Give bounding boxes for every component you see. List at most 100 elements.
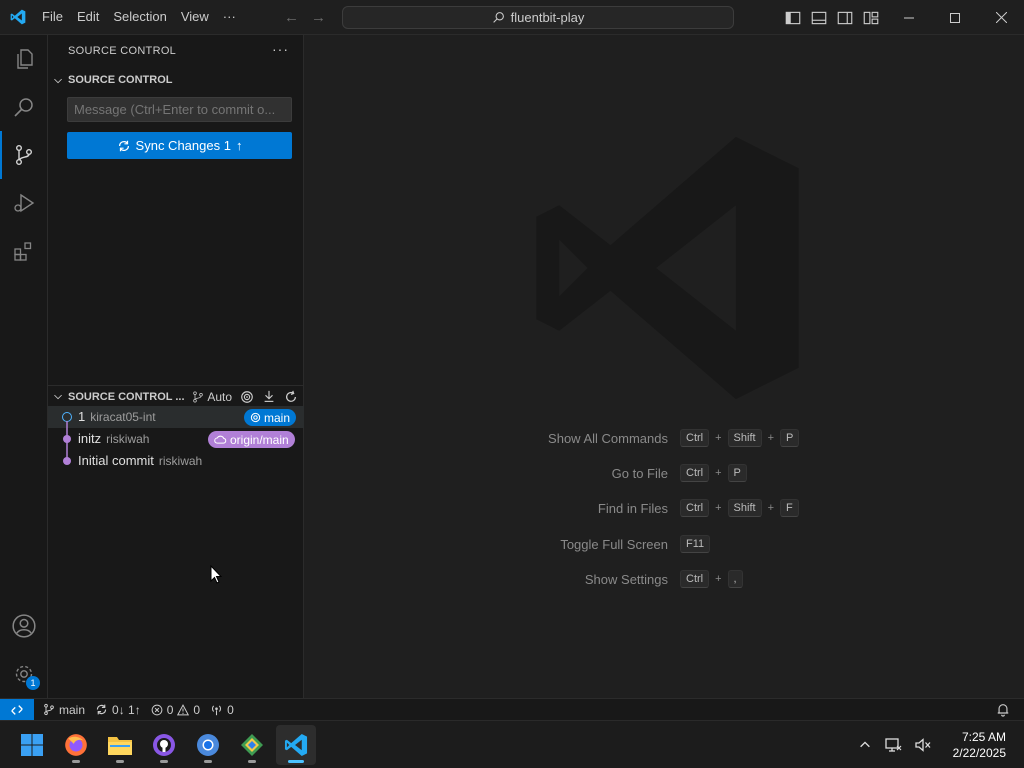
key: Ctrl: [680, 499, 710, 517]
search-icon: [14, 98, 33, 117]
github-icon: [153, 734, 175, 756]
sidebar-more-actions[interactable]: ···: [272, 41, 289, 57]
shortcut-show-all-commands[interactable]: Show All Commands Ctrl + Shift + P: [305, 429, 1024, 449]
running-indicator: [160, 760, 168, 763]
shortcut-keys: Ctrl + P: [680, 464, 747, 482]
commit-author: riskiwah: [106, 432, 150, 446]
clock-time: 7:25 AM: [961, 730, 1006, 744]
taskbar-firefox[interactable]: [56, 725, 96, 765]
clock-date: 2/22/2025: [952, 746, 1006, 760]
commit-title: initz riskiwah: [78, 431, 149, 446]
vscode-logo-icon: [0, 0, 35, 35]
chevron-up-icon[interactable]: [858, 738, 872, 752]
bell-icon[interactable]: [996, 702, 1010, 717]
explorer-button[interactable]: [0, 35, 48, 83]
graph-row-1[interactable]: 1 kiracat05-int main: [48, 406, 304, 428]
toggle-panel-icon[interactable]: [810, 9, 828, 27]
menu-edit[interactable]: Edit: [70, 5, 106, 29]
run-debug-button[interactable]: [0, 179, 48, 227]
commit-title: Initial commit riskiwah: [78, 453, 202, 468]
title-bar: File Edit Selection View ··· ← → fluentb…: [0, 0, 1024, 35]
network-icon[interactable]: [884, 737, 902, 753]
run-debug-icon: [14, 193, 35, 213]
cloud-icon: [214, 435, 227, 444]
accounts-button[interactable]: [0, 602, 48, 650]
taskbar-vscode[interactable]: [276, 725, 316, 765]
sync-status[interactable]: 0↓ 1↑: [90, 699, 146, 721]
arrow-forward-icon[interactable]: →: [311, 9, 326, 26]
error-icon: [151, 704, 163, 715]
branch-tag-origin-main: origin/main: [208, 431, 295, 448]
search-icon: [492, 12, 504, 23]
commit-message-input[interactable]: [67, 97, 292, 122]
shortcut-keys: Ctrl + ,: [680, 570, 743, 588]
chevron-down-icon: ⌵: [54, 74, 62, 86]
sync-changes-button[interactable]: Sync Changes 1 ↑: [67, 132, 292, 159]
graph-auto-button[interactable]: Auto: [192, 390, 232, 404]
ports-count: 0: [227, 702, 234, 717]
problems-status[interactable]: 0 0: [146, 699, 205, 721]
branch-status[interactable]: main: [38, 699, 90, 721]
branch-tag-label: main: [264, 410, 291, 425]
arrow-back-icon[interactable]: ←: [284, 9, 299, 26]
manage-button[interactable]: 1: [0, 650, 48, 698]
menu-selection[interactable]: Selection: [106, 5, 173, 29]
taskbar-chrome[interactable]: [188, 725, 228, 765]
warning-count: 0: [193, 702, 201, 717]
customize-layout-icon[interactable]: [862, 9, 880, 27]
section-title: SOURCE CONTROL: [68, 74, 173, 86]
source-control-section-header[interactable]: ⌵ SOURCE CONTROL: [48, 69, 304, 91]
target-icon: [250, 412, 261, 423]
toggle-secondary-sidebar-icon[interactable]: [836, 9, 854, 27]
commit-author: riskiwah: [158, 454, 203, 468]
menu-bar: File Edit Selection View ···: [35, 0, 243, 35]
key: F11: [680, 535, 711, 553]
plus: +: [767, 502, 774, 514]
minimize-button[interactable]: [886, 0, 932, 35]
shortcut-go-to-file[interactable]: Go to File Ctrl + P: [305, 464, 1024, 484]
key: F: [780, 499, 799, 517]
key: Ctrl: [680, 570, 710, 588]
menu-more[interactable]: ···: [216, 5, 243, 29]
extensions-button[interactable]: [0, 227, 48, 275]
running-indicator: [204, 760, 212, 763]
taskbar-clock[interactable]: 7:25 AM 2/22/2025: [953, 729, 1006, 761]
shortcut-show-settings[interactable]: Show Settings Ctrl + ,: [305, 570, 1024, 590]
taskbar-github-desktop[interactable]: [144, 725, 184, 765]
menu-file[interactable]: File: [35, 5, 70, 29]
plus: +: [715, 432, 722, 444]
chevron-down-icon: ⌵: [54, 391, 62, 402]
window-controls: [886, 0, 1024, 35]
command-center-label: fluentbit-play: [510, 10, 585, 25]
shortcut-find-in-files[interactable]: Find in Files Ctrl + Shift + F: [305, 499, 1024, 519]
close-button[interactable]: [978, 0, 1024, 35]
source-control-button[interactable]: [0, 131, 48, 179]
toggle-primary-sidebar-icon[interactable]: [784, 9, 802, 27]
graph-row-2[interactable]: initz riskiwah origin/main: [48, 428, 304, 450]
start-button[interactable]: [12, 725, 52, 765]
minimize-icon: [904, 17, 914, 18]
command-center[interactable]: fluentbit-play: [342, 6, 734, 29]
remote-button[interactable]: [0, 698, 34, 721]
refresh-icon[interactable]: [284, 390, 298, 404]
volume-muted-icon[interactable]: [914, 737, 932, 753]
taskbar-git-tool[interactable]: [232, 725, 272, 765]
menu-view[interactable]: View: [174, 5, 216, 29]
maximize-icon: [950, 12, 960, 23]
taskbar-file-explorer[interactable]: [100, 725, 140, 765]
graph-row-3[interactable]: Initial commit riskiwah: [48, 450, 304, 472]
sync-counts: 0↓ 1↑: [112, 702, 141, 717]
target-icon[interactable]: [240, 390, 254, 404]
search-button[interactable]: [0, 83, 48, 131]
shortcut-keys: Ctrl + Shift + F: [680, 499, 799, 517]
sync-icon: [96, 704, 107, 715]
shortcut-toggle-full-screen[interactable]: Toggle Full Screen F11: [305, 535, 1024, 555]
branch-tag-label: origin/main: [230, 432, 289, 447]
shortcut-label: Show All Commands: [548, 431, 668, 446]
sync-icon: [118, 140, 129, 151]
ports-status[interactable]: 0: [205, 699, 239, 721]
graph-section-header[interactable]: ⌵ SOURCE CONTROL ... Auto: [48, 385, 304, 407]
fetch-icon[interactable]: [262, 390, 276, 404]
shortcut-label: Show Settings: [584, 572, 668, 587]
maximize-button[interactable]: [932, 0, 978, 35]
